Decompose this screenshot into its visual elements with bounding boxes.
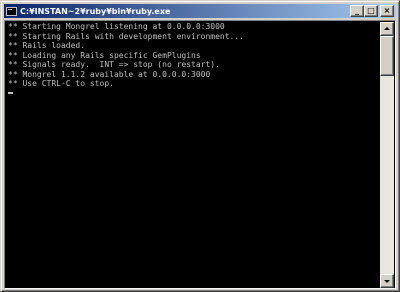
- console-line: ** Use CTRL-C to stop.: [8, 79, 114, 88]
- arrow-down-icon: [384, 280, 390, 283]
- maximize-button[interactable]: □: [364, 5, 378, 17]
- vertical-scrollbar[interactable]: [380, 22, 394, 288]
- console-window: C:¥INSTAN~2¥ruby¥bin¥ruby.exe _ □ × ** S…: [0, 0, 400, 292]
- console-lines: ** Starting Mongrel listening at 0.0.0.0…: [6, 22, 380, 89]
- scroll-down-button[interactable]: [380, 274, 394, 288]
- console-line: ** Loading any Rails specific GemPlugins: [8, 50, 201, 60]
- arrow-up-icon: [384, 27, 390, 30]
- minimize-button[interactable]: _: [350, 5, 364, 17]
- console-output[interactable]: ** Starting Mongrel listening at 0.0.0.0…: [6, 22, 380, 288]
- close-button[interactable]: ×: [380, 5, 394, 17]
- console-client-area: ** Starting Mongrel listening at 0.0.0.0…: [4, 20, 396, 289]
- console-line: ** Starting Rails with development envir…: [8, 31, 245, 41]
- scrollbar-thumb[interactable]: [380, 36, 394, 76]
- scroll-up-button[interactable]: [380, 22, 394, 36]
- console-line: ** Signals ready. INT => stop (no restar…: [8, 60, 220, 69]
- text-cursor: [8, 91, 13, 94]
- console-line: ** Mongrel 1.1.2 available at 0.0.0.0:30…: [8, 69, 211, 79]
- window-controls: _ □ ×: [350, 5, 394, 17]
- console-app-icon[interactable]: [6, 6, 17, 16]
- window-title: C:¥INSTAN~2¥ruby¥bin¥ruby.exe: [20, 6, 171, 16]
- console-line: ** Starting Mongrel listening at 0.0.0.0…: [8, 22, 225, 31]
- title-bar[interactable]: C:¥INSTAN~2¥ruby¥bin¥ruby.exe _ □ ×: [4, 4, 396, 18]
- console-line: ** Rails loaded.: [8, 41, 86, 50]
